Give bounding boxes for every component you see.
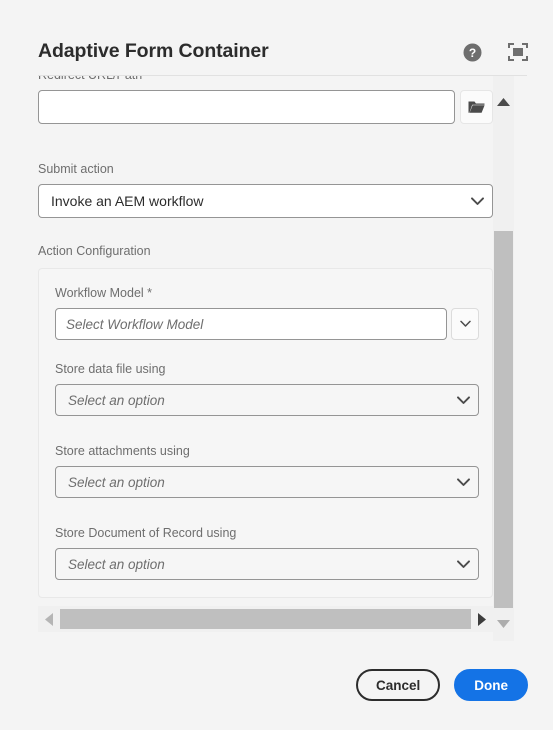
vertical-scroll-thumb[interactable] bbox=[494, 231, 513, 608]
svg-text:?: ? bbox=[468, 46, 475, 60]
workflow-model-input[interactable] bbox=[55, 308, 447, 340]
chevron-down-icon-svg bbox=[456, 395, 470, 404]
workflow-model-label: Workflow Model * bbox=[55, 286, 153, 300]
submit-action-label: Submit action bbox=[38, 162, 114, 176]
page-title: Adaptive Form Container bbox=[38, 40, 269, 62]
maximize-icon-svg bbox=[508, 43, 528, 61]
field-group-store-attachments: Store attachments using Select an option bbox=[55, 444, 479, 498]
chevron-down-icon-svg bbox=[456, 559, 470, 568]
folder-icon-svg bbox=[468, 101, 485, 113]
help-icon-svg: ? bbox=[463, 43, 481, 61]
store-attachments-select[interactable]: Select an option bbox=[55, 466, 479, 498]
submit-action-value: Invoke an AEM workflow bbox=[51, 193, 204, 209]
field-group-store-data-file: Store data file using Select an option bbox=[55, 362, 479, 416]
field-group-redirect-url: Redirect URL/Path bbox=[38, 76, 493, 124]
workflow-model-chevron-down-icon[interactable] bbox=[451, 308, 479, 340]
done-button[interactable]: Done bbox=[454, 669, 528, 701]
help-icon[interactable]: ? bbox=[462, 42, 482, 62]
chevron-down-icon-svg bbox=[470, 196, 484, 205]
folder-icon[interactable] bbox=[460, 90, 493, 124]
store-data-file-value: Select an option bbox=[68, 392, 165, 408]
cancel-button[interactable]: Cancel bbox=[355, 669, 441, 701]
chevron-down-icon bbox=[448, 559, 478, 569]
store-document-of-record-value: Select an option bbox=[68, 556, 165, 572]
horizontal-scrollbar[interactable] bbox=[38, 606, 493, 632]
dialog-header: Adaptive Form Container ? bbox=[13, 0, 553, 76]
scroll-left-arrow[interactable] bbox=[38, 606, 60, 632]
field-group-store-document-of-record: Store Document of Record using Select an… bbox=[55, 526, 479, 580]
chevron-down-icon bbox=[448, 477, 478, 487]
action-configuration-panel: Workflow Model * Store data file using bbox=[38, 268, 493, 598]
scroll-right-arrow-icon bbox=[478, 612, 486, 626]
maximize-icon[interactable] bbox=[508, 42, 528, 62]
chevron-down-icon bbox=[462, 196, 492, 206]
scroll-right-arrow[interactable] bbox=[471, 606, 493, 632]
scroll-up-arrow[interactable] bbox=[493, 92, 514, 112]
action-configuration-title: Action Configuration bbox=[38, 244, 151, 258]
dialog-footer: Cancel Done bbox=[355, 669, 528, 701]
chevron-down-icon-svg bbox=[459, 320, 471, 327]
scroll-up-arrow-icon bbox=[497, 98, 510, 106]
scroll-left-arrow-icon bbox=[45, 612, 53, 626]
store-attachments-label: Store attachments using bbox=[55, 444, 190, 458]
vertical-scrollbar[interactable] bbox=[493, 76, 514, 641]
redirect-url-label: Redirect URL/Path bbox=[38, 76, 493, 83]
store-attachments-value: Select an option bbox=[68, 474, 165, 490]
scroll-down-arrow[interactable] bbox=[493, 614, 514, 634]
adaptive-form-container-dialog: Adaptive Form Container ? Submit action … bbox=[13, 0, 553, 730]
store-document-of-record-label: Store Document of Record using bbox=[55, 526, 237, 540]
scroll-down-arrow-icon bbox=[497, 620, 510, 628]
store-data-file-label: Store data file using bbox=[55, 362, 166, 376]
dialog-content-scroll-region: Redirect URL/Path Submit action Invoke a… bbox=[13, 76, 553, 641]
store-document-of-record-select[interactable]: Select an option bbox=[55, 548, 479, 580]
field-group-submit-action: Submit action Invoke an AEM workflow bbox=[38, 162, 493, 218]
field-group-workflow-model: Workflow Model * bbox=[55, 286, 479, 340]
redirect-url-input[interactable] bbox=[38, 90, 455, 124]
submit-action-select[interactable]: Invoke an AEM workflow bbox=[38, 184, 493, 218]
chevron-down-icon-svg bbox=[456, 477, 470, 486]
horizontal-scroll-thumb[interactable] bbox=[60, 609, 471, 629]
chevron-down-icon bbox=[448, 395, 478, 405]
header-actions: ? bbox=[462, 42, 528, 62]
dialog-content: Redirect URL/Path Submit action Invoke a… bbox=[13, 76, 506, 641]
store-data-file-select[interactable]: Select an option bbox=[55, 384, 479, 416]
